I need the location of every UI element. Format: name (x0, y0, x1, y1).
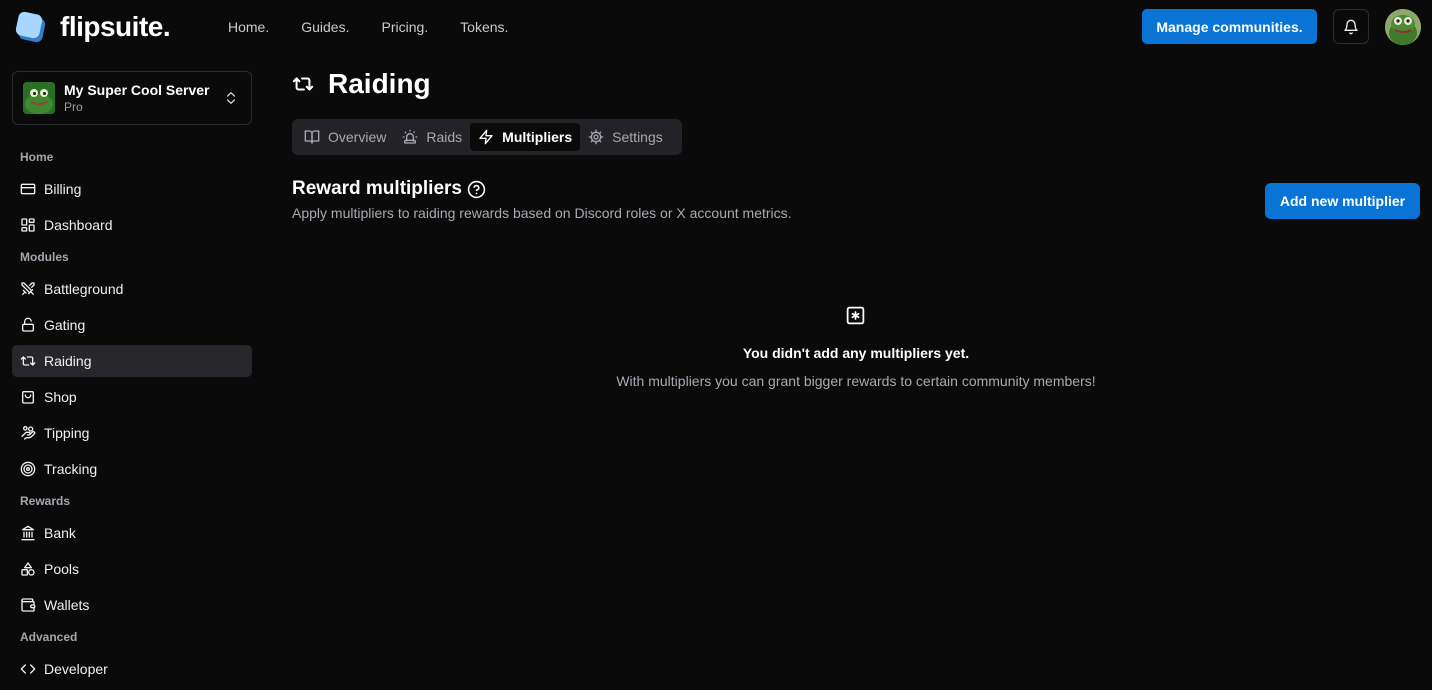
credit-card-icon (20, 181, 36, 197)
section-title: Reward multipliers (292, 178, 462, 199)
notifications-button[interactable] (1333, 9, 1369, 44)
sidebar-item-developer[interactable]: Developer (12, 653, 252, 685)
logo-icon (14, 11, 48, 43)
zap-icon (478, 129, 494, 145)
tab-label: Multipliers (502, 129, 573, 145)
empty-state-description: With multipliers you can grant bigger re… (616, 373, 1096, 389)
layout-grid-icon (20, 217, 36, 233)
landmark-icon (20, 525, 36, 541)
sidebar-item-shop[interactable]: Shop (12, 381, 252, 413)
top-header: flipsuite. Home. Guides. Pricing. Tokens… (0, 0, 1432, 54)
settings-icon (588, 129, 604, 145)
section-header: Reward multipliers (292, 178, 486, 200)
repeat-icon (20, 353, 36, 369)
sidebar-item-pools[interactable]: Pools (12, 553, 252, 585)
nav-guides[interactable]: Guides. (301, 19, 349, 35)
sidebar-item-wallets[interactable]: Wallets (12, 589, 252, 621)
help-circle-icon[interactable] (467, 180, 486, 199)
repeat-icon (292, 73, 314, 95)
add-multiplier-button[interactable]: Add new multiplier (1265, 183, 1420, 219)
logo-text: flipsuite. (60, 11, 171, 42)
sidebar-item-raiding[interactable]: Raiding (12, 345, 252, 377)
sidebar-item-label: Gating (44, 317, 86, 333)
sidebar-item-label: Billing (44, 181, 82, 197)
shapes-icon (20, 561, 36, 577)
wallet-icon (20, 597, 36, 613)
user-avatar[interactable] (1385, 9, 1421, 45)
chevrons-up-down-icon (223, 90, 239, 106)
square-asterisk-icon (845, 305, 866, 326)
sidebar-section-home: Home (20, 150, 54, 164)
page-header: Raiding (292, 68, 431, 100)
logo[interactable]: flipsuite. (14, 11, 171, 43)
sidebar-item-label: Tracking (44, 461, 98, 477)
tab-label: Overview (328, 129, 387, 145)
book-open-icon (304, 129, 320, 145)
sidebar-item-label: Dashboard (44, 217, 113, 233)
nav-home[interactable]: Home. (228, 19, 269, 35)
tab-raids[interactable]: Raids (394, 123, 470, 151)
section-description: Apply multipliers to raiding rewards bas… (292, 205, 792, 221)
sidebar-item-label: Pools (44, 561, 80, 577)
hand-coins-icon (20, 425, 36, 441)
nav-tokens[interactable]: Tokens. (460, 19, 508, 35)
tab-settings[interactable]: Settings (580, 123, 671, 151)
sidebar-item-label: Tipping (44, 425, 90, 441)
tab-overview[interactable]: Overview (296, 123, 394, 151)
code-icon (20, 661, 36, 677)
sidebar-item-label: Wallets (44, 597, 90, 613)
sidebar-section-advanced: Advanced (20, 630, 78, 644)
server-avatar (23, 82, 55, 114)
sidebar-section-rewards: Rewards (20, 494, 71, 508)
server-name: My Super Cool Server (64, 82, 210, 98)
sidebar-item-tracking[interactable]: Tracking (12, 453, 252, 485)
top-nav: Home. Guides. Pricing. Tokens. (228, 0, 540, 54)
lock-icon (20, 317, 36, 333)
sidebar-item-label: Raiding (44, 353, 92, 369)
target-icon (20, 461, 36, 477)
sidebar-item-label: Developer (44, 661, 108, 677)
shopping-bag-icon (20, 389, 36, 405)
sidebar-item-billing[interactable]: Billing (12, 173, 252, 205)
nav-pricing[interactable]: Pricing. (381, 19, 428, 35)
sidebar-item-bank[interactable]: Bank (12, 517, 252, 549)
sidebar-item-label: Shop (44, 389, 77, 405)
tab-label: Settings (612, 129, 663, 145)
page-title: Raiding (328, 68, 431, 99)
tab-multipliers[interactable]: Multipliers (470, 123, 581, 151)
tab-bar: Overview Raids Multipliers Settings (292, 119, 682, 155)
empty-state-title: You didn't add any multipliers yet. (742, 345, 970, 361)
siren-icon (402, 129, 418, 145)
sidebar-item-battleground[interactable]: Battleground (12, 273, 252, 305)
swords-icon (20, 281, 36, 297)
server-switcher[interactable]: My Super Cool Server Pro (12, 71, 252, 125)
sidebar-item-gating[interactable]: Gating (12, 309, 252, 341)
sidebar-item-label: Bank (44, 525, 76, 541)
server-info: My Super Cool Server Pro (64, 82, 210, 114)
server-plan: Pro (64, 100, 83, 114)
sidebar-item-tipping[interactable]: Tipping (12, 417, 252, 449)
tab-label: Raids (426, 129, 463, 145)
manage-communities-button[interactable]: Manage communities. (1142, 9, 1317, 44)
sidebar-item-label: Battleground (44, 281, 124, 297)
sidebar-section-modules: Modules (20, 250, 69, 264)
bell-icon (1343, 19, 1359, 35)
sidebar-item-dashboard[interactable]: Dashboard (12, 209, 252, 241)
